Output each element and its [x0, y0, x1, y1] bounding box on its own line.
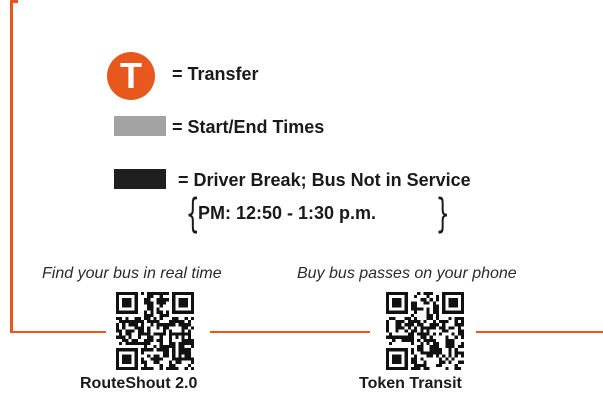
- routeshout-label: RouteShout 2.0: [80, 375, 198, 392]
- driver-break-swatch: [114, 169, 166, 189]
- legend-page: T = Transfer = Start/End Times = Driver …: [0, 0, 603, 397]
- frame-border-bottom: [476, 330, 603, 333]
- break-time: PM: 12:50 - 1:30 p.m.: [198, 203, 377, 223]
- token-transit-label: Token Transit: [359, 375, 462, 392]
- frame-border-left: [10, 0, 13, 333]
- frame-border-bottom: [210, 330, 370, 333]
- transfer-label: = Transfer: [172, 64, 259, 84]
- frame-border-top: [10, 0, 18, 3]
- qr-code-icon[interactable]: [116, 292, 194, 370]
- token-transit-caption: Buy bus passes on your phone: [297, 265, 517, 282]
- routeshout-caption: Find your bus in real time: [42, 265, 222, 282]
- driver-break-label: = Driver Break; Bus Not in Service: [178, 170, 471, 190]
- frame-border-bottom: [10, 330, 106, 333]
- start-end-label: = Start/End Times: [172, 117, 325, 137]
- transfer-icon: T: [107, 52, 155, 100]
- qr-code-icon[interactable]: [386, 292, 464, 370]
- start-end-swatch: [114, 116, 166, 136]
- right-brace-icon: }: [435, 191, 450, 237]
